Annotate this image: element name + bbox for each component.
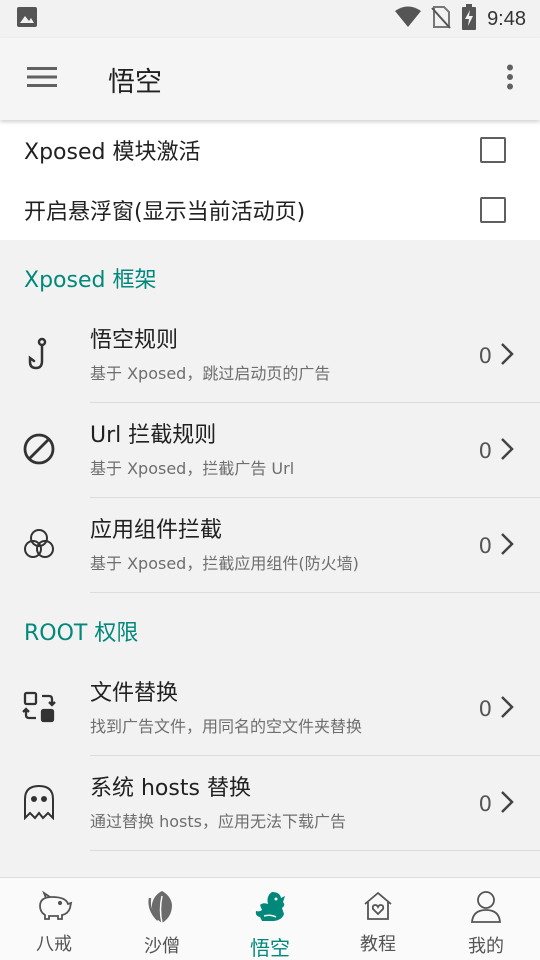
section-header-root: ROOT 权限 xyxy=(24,621,139,646)
home-heart-icon xyxy=(362,890,394,926)
nav-label: 教程 xyxy=(360,934,396,955)
item-count: 0 xyxy=(478,343,492,368)
menu-button[interactable] xyxy=(0,38,84,120)
ghost-icon xyxy=(22,784,56,824)
floating-window-checkbox[interactable] xyxy=(480,197,506,223)
divider xyxy=(90,850,540,851)
chevron-right-icon xyxy=(500,790,514,818)
section-header-xposed: Xposed 框架 xyxy=(24,268,157,293)
chevron-right-icon xyxy=(500,342,514,370)
list-item-hosts-replace[interactable]: 系统 hosts 替换 通过替换 hosts，应用无法下载广告 0 xyxy=(0,756,540,851)
nav-label: 八戒 xyxy=(36,934,72,955)
item-count: 0 xyxy=(478,791,492,816)
item-subtitle: 基于 Xposed，拦截应用组件(防火墙) xyxy=(90,553,359,573)
item-title: 应用组件拦截 xyxy=(90,517,223,543)
page-title: 悟空 xyxy=(108,66,162,98)
nav-label: 悟空 xyxy=(250,936,290,960)
block-icon xyxy=(22,432,56,470)
item-subtitle: 基于 Xposed，拦截广告 Url xyxy=(90,458,295,478)
nav-label: 沙僧 xyxy=(144,936,180,957)
nav-item-shaseng[interactable]: 沙僧 xyxy=(108,878,216,960)
item-title: 悟空规则 xyxy=(90,327,179,353)
chevron-right-icon xyxy=(500,532,514,560)
person-icon xyxy=(470,890,502,928)
pig-icon xyxy=(35,890,73,926)
more-options-button[interactable] xyxy=(480,38,540,120)
chevron-right-icon xyxy=(500,437,514,465)
item-count: 0 xyxy=(478,696,492,721)
wifi-icon xyxy=(395,6,422,32)
chevron-right-icon xyxy=(500,695,514,723)
nav-item-bajie[interactable]: 八戒 xyxy=(0,878,108,960)
bottom-nav: 八戒 沙僧 悟空 教程 我的 xyxy=(0,877,540,960)
item-title: Url 拦截规则 xyxy=(90,422,217,448)
list-item-url-rules[interactable]: Url 拦截规则 基于 Xposed，拦截广告 Url 0 xyxy=(0,403,540,498)
toggle-row-floating-window[interactable]: 开启悬浮窗(显示当前活动页) xyxy=(0,180,540,240)
item-count: 0 xyxy=(478,533,492,558)
nav-item-tutorial[interactable]: 教程 xyxy=(324,878,432,960)
xposed-checkbox[interactable] xyxy=(480,137,506,163)
item-subtitle: 通过替换 hosts，应用无法下载广告 xyxy=(90,811,346,831)
divider xyxy=(90,592,540,593)
list-item-wukong-rules[interactable]: 悟空规则 基于 Xposed，跳过启动页的广告 0 xyxy=(0,308,540,403)
nav-item-wukong[interactable]: 悟空 xyxy=(216,878,324,960)
hamburger-icon xyxy=(27,66,57,92)
item-title: 系统 hosts 替换 xyxy=(90,775,251,801)
monkey-icon xyxy=(252,890,288,928)
hook-icon xyxy=(22,337,56,375)
settings-content: Xposed 模块激活 开启悬浮窗(显示当前活动页) Xposed 框架 悟空规… xyxy=(0,120,540,877)
app-bar: 悟空 xyxy=(0,38,540,120)
list-item-component-block[interactable]: 应用组件拦截 基于 Xposed，拦截应用组件(防火墙) 0 xyxy=(0,498,540,593)
item-title: 文件替换 xyxy=(90,680,179,706)
item-subtitle: 基于 Xposed，跳过启动页的广告 xyxy=(90,363,331,383)
toggle-label: 开启悬浮窗(显示当前活动页) xyxy=(24,200,306,225)
status-bar: 9:48 xyxy=(0,0,540,38)
item-count: 0 xyxy=(478,438,492,463)
status-time: 9:48 xyxy=(487,7,526,30)
battery-charging-icon xyxy=(461,4,477,34)
nav-label: 我的 xyxy=(468,936,504,957)
file-replace-icon xyxy=(22,690,56,728)
toggle-row-xposed[interactable]: Xposed 模块激活 xyxy=(0,120,540,180)
more-vert-icon xyxy=(506,64,514,94)
list-item-file-replace[interactable]: 文件替换 找到广告文件，用同名的空文件夹替换 0 xyxy=(0,661,540,756)
components-icon xyxy=(22,527,56,565)
toggle-label: Xposed 模块激活 xyxy=(24,140,201,165)
no-sim-icon xyxy=(431,5,451,33)
item-subtitle: 找到广告文件，用同名的空文件夹替换 xyxy=(90,716,363,736)
toggle-card: Xposed 模块激活 开启悬浮窗(显示当前活动页) xyxy=(0,120,540,240)
leaf-icon xyxy=(146,890,178,928)
nav-item-profile[interactable]: 我的 xyxy=(432,878,540,960)
gallery-notification-icon xyxy=(16,6,38,32)
